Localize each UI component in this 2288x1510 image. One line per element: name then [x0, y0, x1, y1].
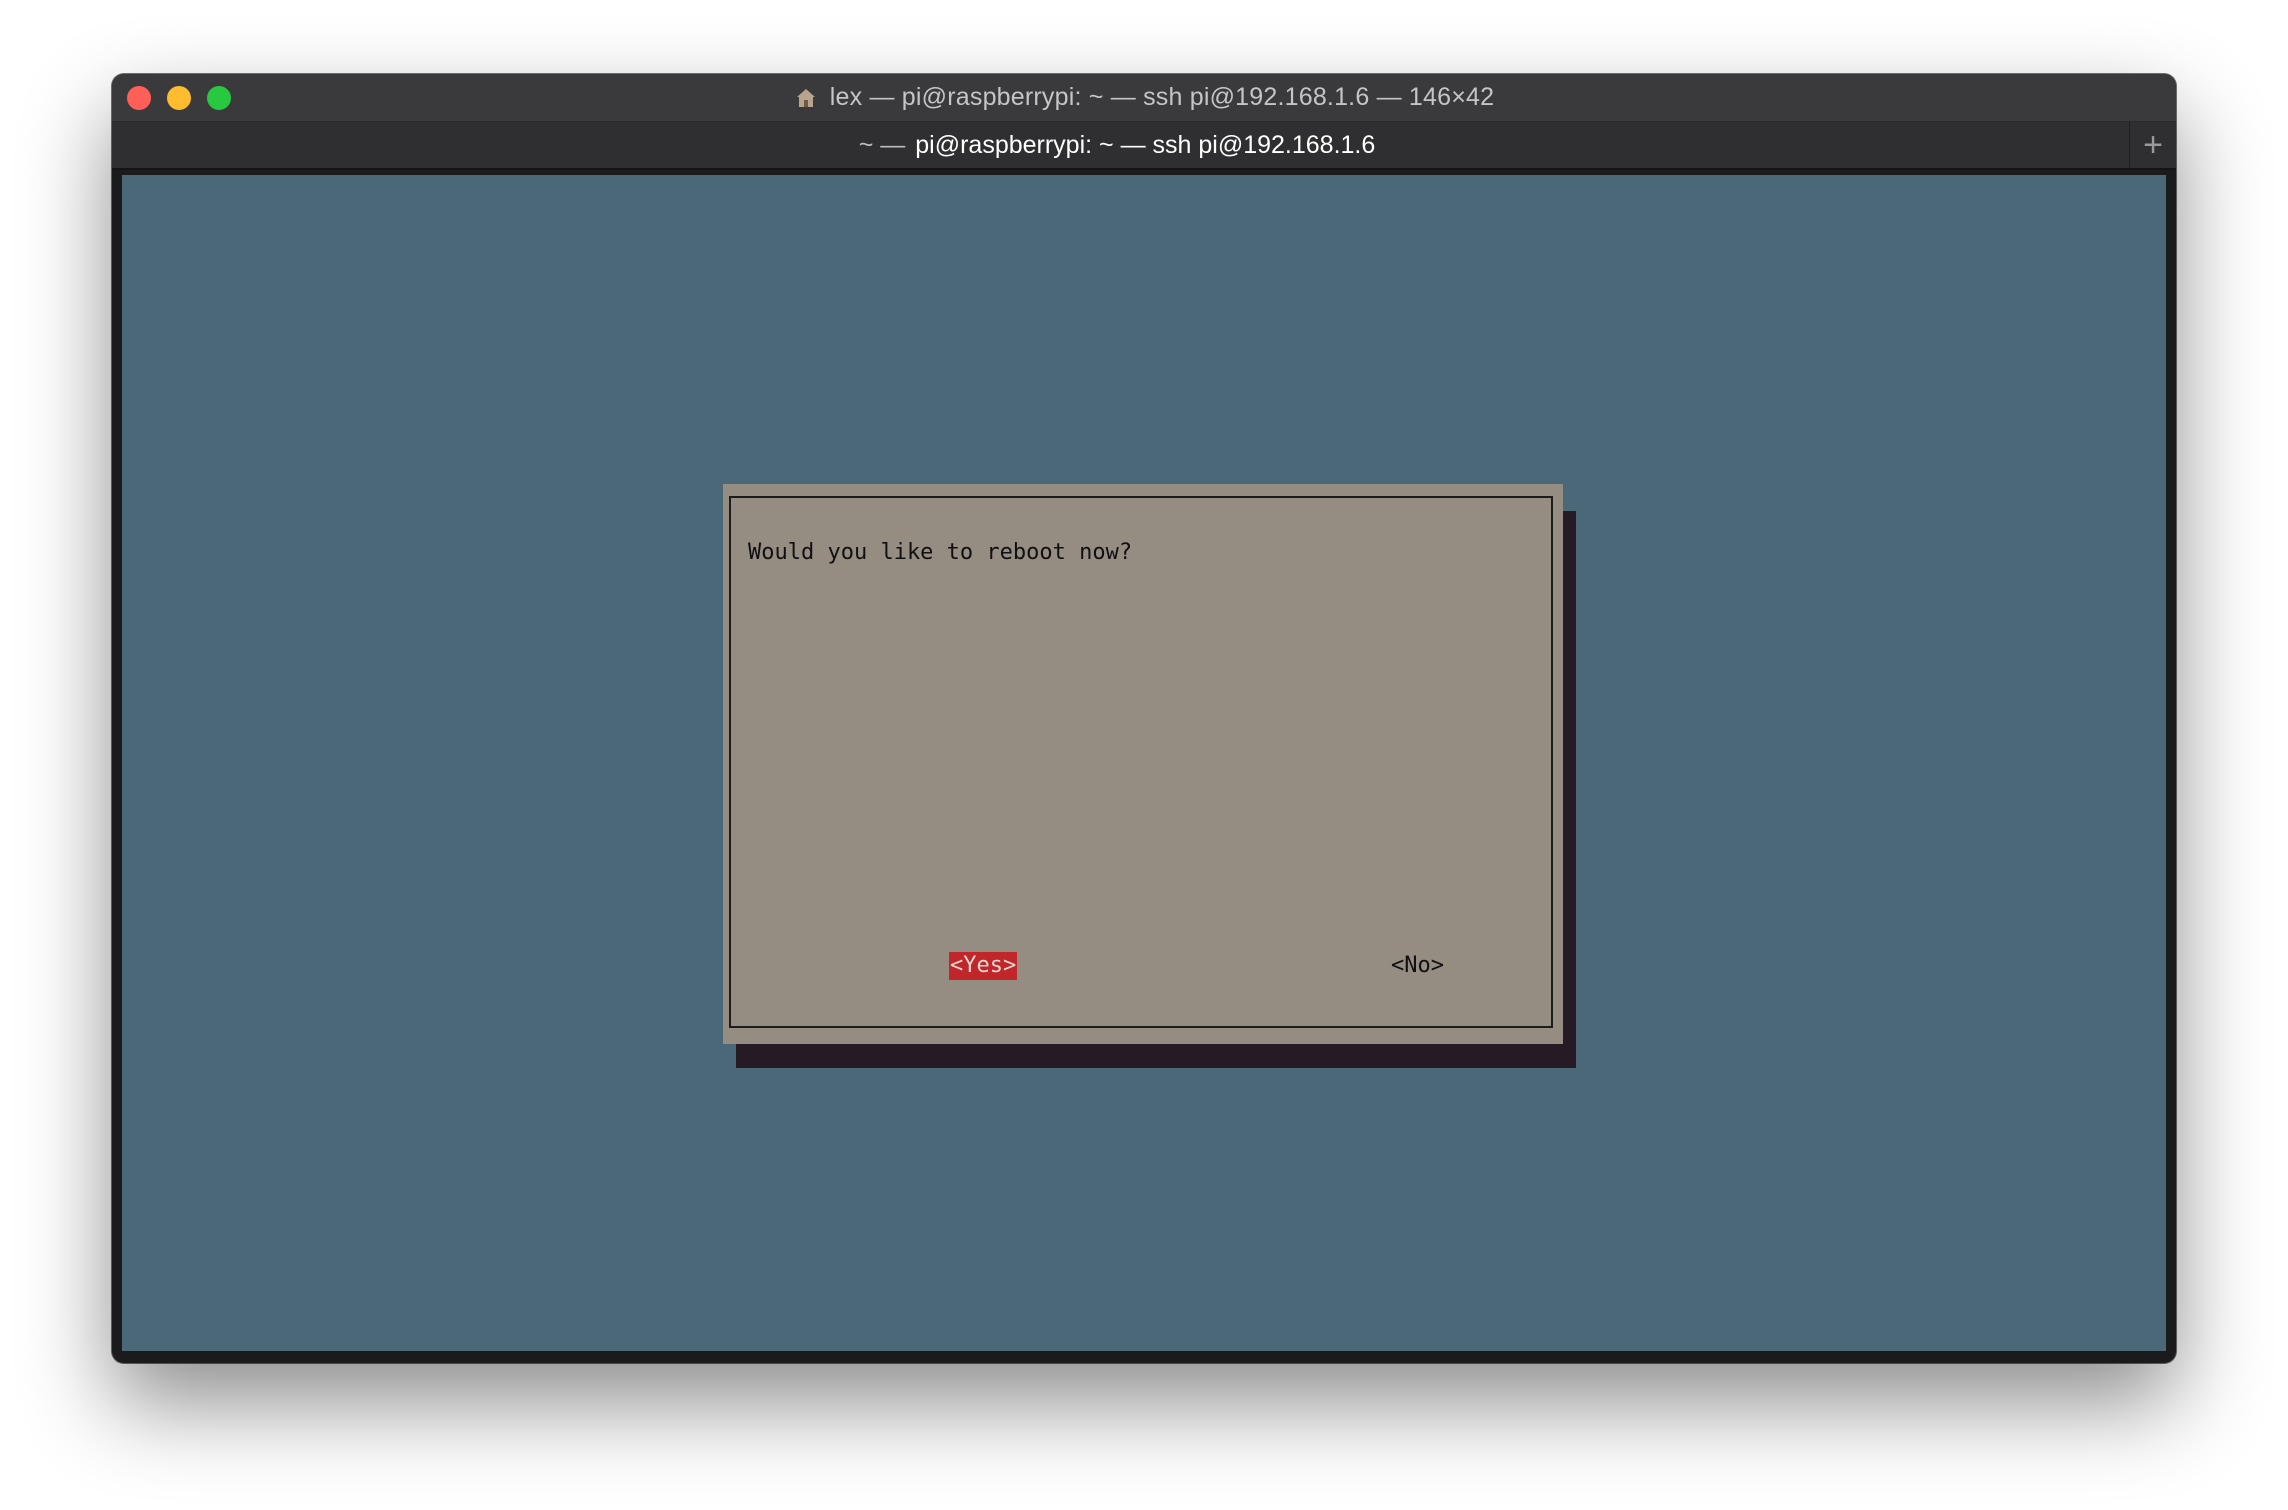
new-tab-button[interactable]: +: [2129, 122, 2176, 168]
tab-active[interactable]: ~ — pi@raspberrypi: ~ — ssh pi@192.168.1…: [112, 122, 2122, 168]
terminal-window: lex — pi@raspberrypi: ~ — ssh pi@192.168…: [112, 74, 2176, 1363]
dialog-message: Would you like to reboot now?: [748, 540, 1133, 565]
dialog-frame: [729, 496, 1553, 1028]
no-button[interactable]: <No>: [1391, 952, 1444, 980]
tab-title-prefix: ~ —: [858, 130, 906, 159]
window-title: lex — pi@raspberrypi: ~ — ssh pi@192.168…: [829, 83, 1495, 111]
tab-bar: ~ — pi@raspberrypi: ~ — ssh pi@192.168.1…: [112, 122, 2176, 170]
window-title-container: lex — pi@raspberrypi: ~ — ssh pi@192.168…: [112, 74, 2176, 121]
yes-button[interactable]: <Yes>: [949, 952, 1018, 980]
title-bar[interactable]: lex — pi@raspberrypi: ~ — ssh pi@192.168…: [112, 74, 2176, 122]
tab-title: pi@raspberrypi: ~ — ssh pi@192.168.1.6: [915, 130, 1376, 159]
reboot-dialog: Would you like to reboot now? <Yes> <No>: [723, 484, 1563, 1044]
home-icon: [794, 86, 818, 110]
terminal-area[interactable]: Would you like to reboot now? <Yes> <No>: [122, 175, 2166, 1351]
